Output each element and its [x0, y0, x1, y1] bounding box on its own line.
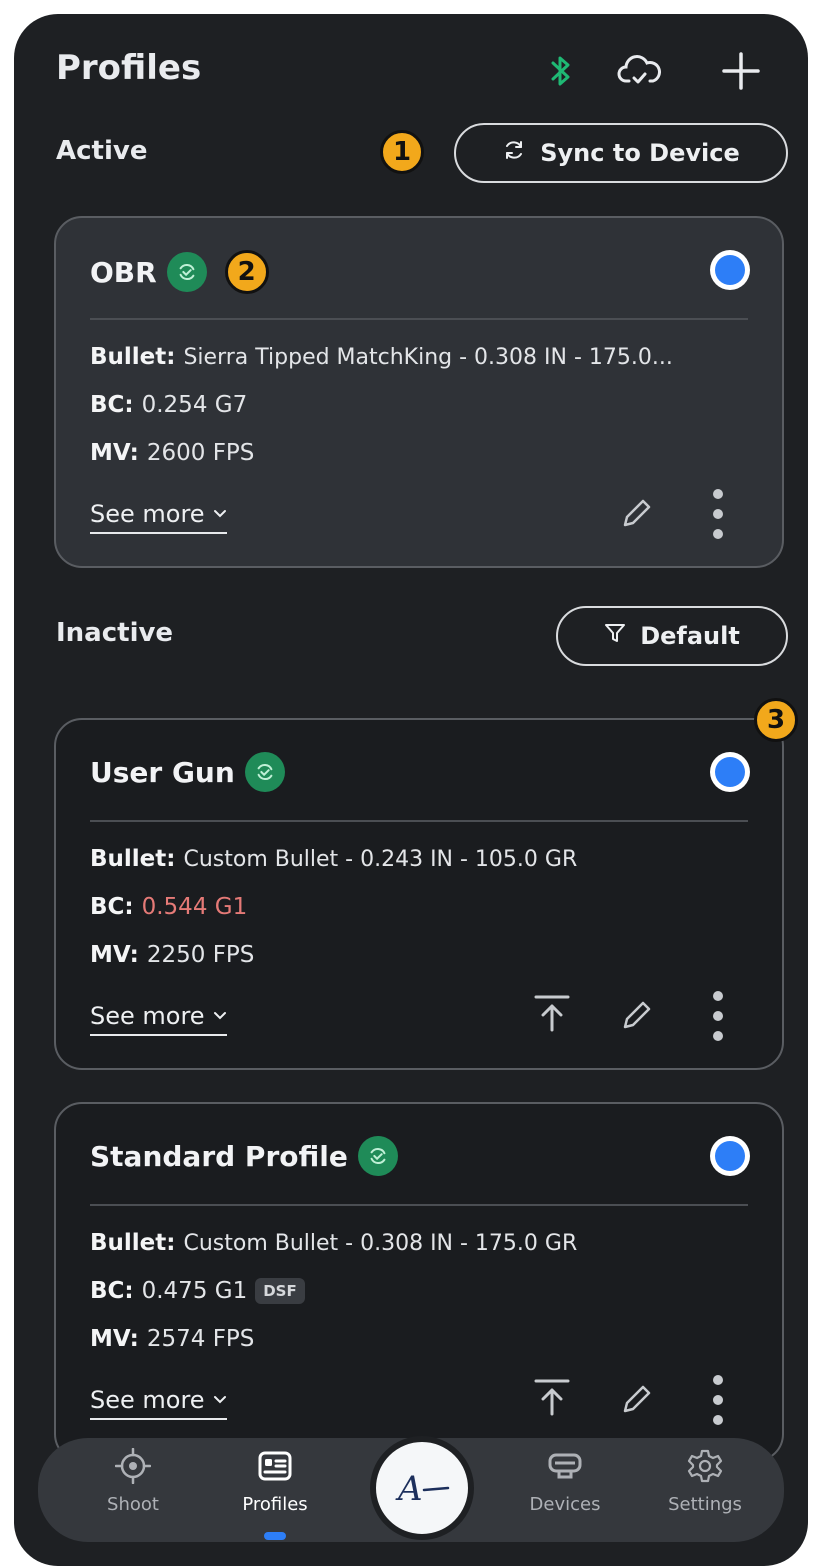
- bullet-value: Custom Bullet - 0.243 IN - 105.0 GR: [183, 846, 578, 872]
- bc-row: BC: 0.544 G1: [90, 894, 247, 920]
- see-more-label: See more: [90, 500, 205, 528]
- profile-radio[interactable]: [710, 1136, 750, 1176]
- nav-label-shoot: Shoot: [107, 1494, 159, 1515]
- chevron-down-icon: [213, 510, 226, 518]
- bullet-value: Sierra Tipped MatchKing - 0.308 IN - 175…: [183, 344, 673, 370]
- card-divider: [90, 820, 748, 822]
- mv-row: MV: 2574 FPS: [90, 1326, 254, 1352]
- filter-label: Default: [640, 622, 740, 650]
- profile-radio-selected[interactable]: [710, 250, 750, 290]
- edit-icon[interactable]: [612, 490, 660, 538]
- sync-to-device-button[interactable]: Sync to Device: [454, 123, 788, 183]
- inactive-section-label: Inactive: [56, 618, 174, 648]
- profile-name: User Gun: [90, 755, 235, 789]
- bc-key: BC:: [90, 894, 134, 920]
- mv-key: MV:: [90, 1326, 139, 1352]
- see-more-link[interactable]: See more: [90, 1386, 227, 1420]
- crosshair-icon: [115, 1448, 151, 1484]
- dsf-badge: DSF: [255, 1278, 305, 1304]
- bullet-value: Custom Bullet - 0.308 IN - 175.0 GR: [183, 1230, 578, 1256]
- active-profile-card[interactable]: OBR 2 Bullet: Sierra Tipped MatchKing - …: [54, 216, 784, 568]
- brand-logo-letter: A: [395, 1469, 423, 1508]
- cloud-sync-icon[interactable]: [616, 48, 662, 94]
- bc-key: BC:: [90, 392, 134, 418]
- mv-key: MV:: [90, 942, 139, 968]
- bullet-key: Bullet:: [90, 846, 176, 872]
- inactive-profile-card[interactable]: Standard Profile Bullet: Custom Bullet -…: [54, 1102, 784, 1462]
- bullet-key: Bullet:: [90, 1230, 176, 1256]
- nav-label-settings: Settings: [668, 1494, 742, 1515]
- sync-to-device-label: Sync to Device: [540, 139, 740, 167]
- chevron-down-icon: [213, 1396, 226, 1404]
- chevron-down-icon: [213, 1012, 226, 1020]
- profile-name-row: User Gun: [90, 752, 285, 792]
- nav-label-devices: Devices: [529, 1494, 601, 1515]
- nav-selected-indicator: [264, 1532, 286, 1540]
- annotation-marker-3: 3: [754, 698, 798, 742]
- brand-logo-icon: A: [395, 1469, 450, 1508]
- bc-key: BC:: [90, 1278, 134, 1304]
- sync-icon: [502, 138, 526, 168]
- more-options-icon[interactable]: [700, 1370, 736, 1430]
- see-more-label: See more: [90, 1002, 205, 1030]
- bc-value: 0.544 G1: [141, 894, 248, 920]
- center-logo-button[interactable]: A: [370, 1436, 474, 1540]
- profile-name-row: OBR 2: [90, 250, 269, 294]
- edit-icon[interactable]: [612, 1376, 660, 1424]
- synced-icon: [244, 752, 285, 792]
- profile-name: Standard Profile: [90, 1139, 348, 1173]
- page-title: Profiles: [56, 48, 202, 88]
- upload-icon[interactable]: [528, 988, 576, 1040]
- synced-icon: [166, 252, 207, 292]
- nav-item-profiles[interactable]: Profiles: [220, 1448, 330, 1515]
- active-section-label: Active: [56, 136, 148, 166]
- profile-name: OBR: [90, 255, 157, 289]
- device-icon: [548, 1453, 582, 1479]
- gear-icon: [687, 1449, 723, 1483]
- nav-item-settings[interactable]: Settings: [650, 1448, 760, 1515]
- app-screen: Profiles Active 1 Sync to Device OBR 2 B…: [14, 14, 808, 1566]
- see-more-link[interactable]: See more: [90, 500, 227, 534]
- mv-value: 2600 FPS: [146, 440, 255, 466]
- see-more-link[interactable]: See more: [90, 1002, 227, 1036]
- bc-value: 0.254 G7: [141, 392, 248, 418]
- filter-icon: [604, 622, 626, 650]
- bullet-row: Bullet: Custom Bullet - 0.243 IN - 105.0…: [90, 846, 577, 872]
- bullet-row: Bullet: Custom Bullet - 0.308 IN - 175.0…: [90, 1230, 577, 1256]
- upload-icon[interactable]: [528, 1372, 576, 1424]
- plus-icon[interactable]: [718, 48, 764, 94]
- nav-item-shoot[interactable]: Shoot: [78, 1448, 188, 1515]
- bc-value: 0.475 G1: [141, 1278, 248, 1304]
- mv-row: MV: 2600 FPS: [90, 440, 254, 466]
- annotation-marker-1: 1: [380, 130, 424, 174]
- more-options-icon[interactable]: [700, 484, 736, 544]
- see-more-label: See more: [90, 1386, 205, 1414]
- card-divider: [90, 318, 748, 320]
- filter-default-button[interactable]: Default: [556, 606, 788, 666]
- bc-row: BC: 0.475 G1 DSF: [90, 1278, 305, 1304]
- mv-row: MV: 2250 FPS: [90, 942, 254, 968]
- profile-card-icon: [258, 1451, 292, 1481]
- edit-icon[interactable]: [612, 992, 660, 1040]
- bluetooth-icon[interactable]: [538, 48, 584, 94]
- inactive-profile-card[interactable]: User Gun Bullet: Custom Bullet - 0.243 I…: [54, 718, 784, 1070]
- profile-radio[interactable]: [710, 752, 750, 792]
- card-divider: [90, 1204, 748, 1206]
- bullet-row: Bullet: Sierra Tipped MatchKing - 0.308 …: [90, 344, 673, 370]
- nav-label-profiles: Profiles: [242, 1494, 308, 1515]
- nav-item-devices[interactable]: Devices: [510, 1448, 620, 1515]
- annotation-marker-2: 2: [224, 250, 269, 294]
- bullet-key: Bullet:: [90, 344, 176, 370]
- mv-value: 2250 FPS: [146, 942, 255, 968]
- profile-name-row: Standard Profile: [90, 1136, 398, 1176]
- bc-row: BC: 0.254 G7: [90, 392, 247, 418]
- more-options-icon[interactable]: [700, 986, 736, 1046]
- mv-key: MV:: [90, 440, 139, 466]
- synced-icon: [357, 1136, 398, 1176]
- mv-value: 2574 FPS: [146, 1326, 255, 1352]
